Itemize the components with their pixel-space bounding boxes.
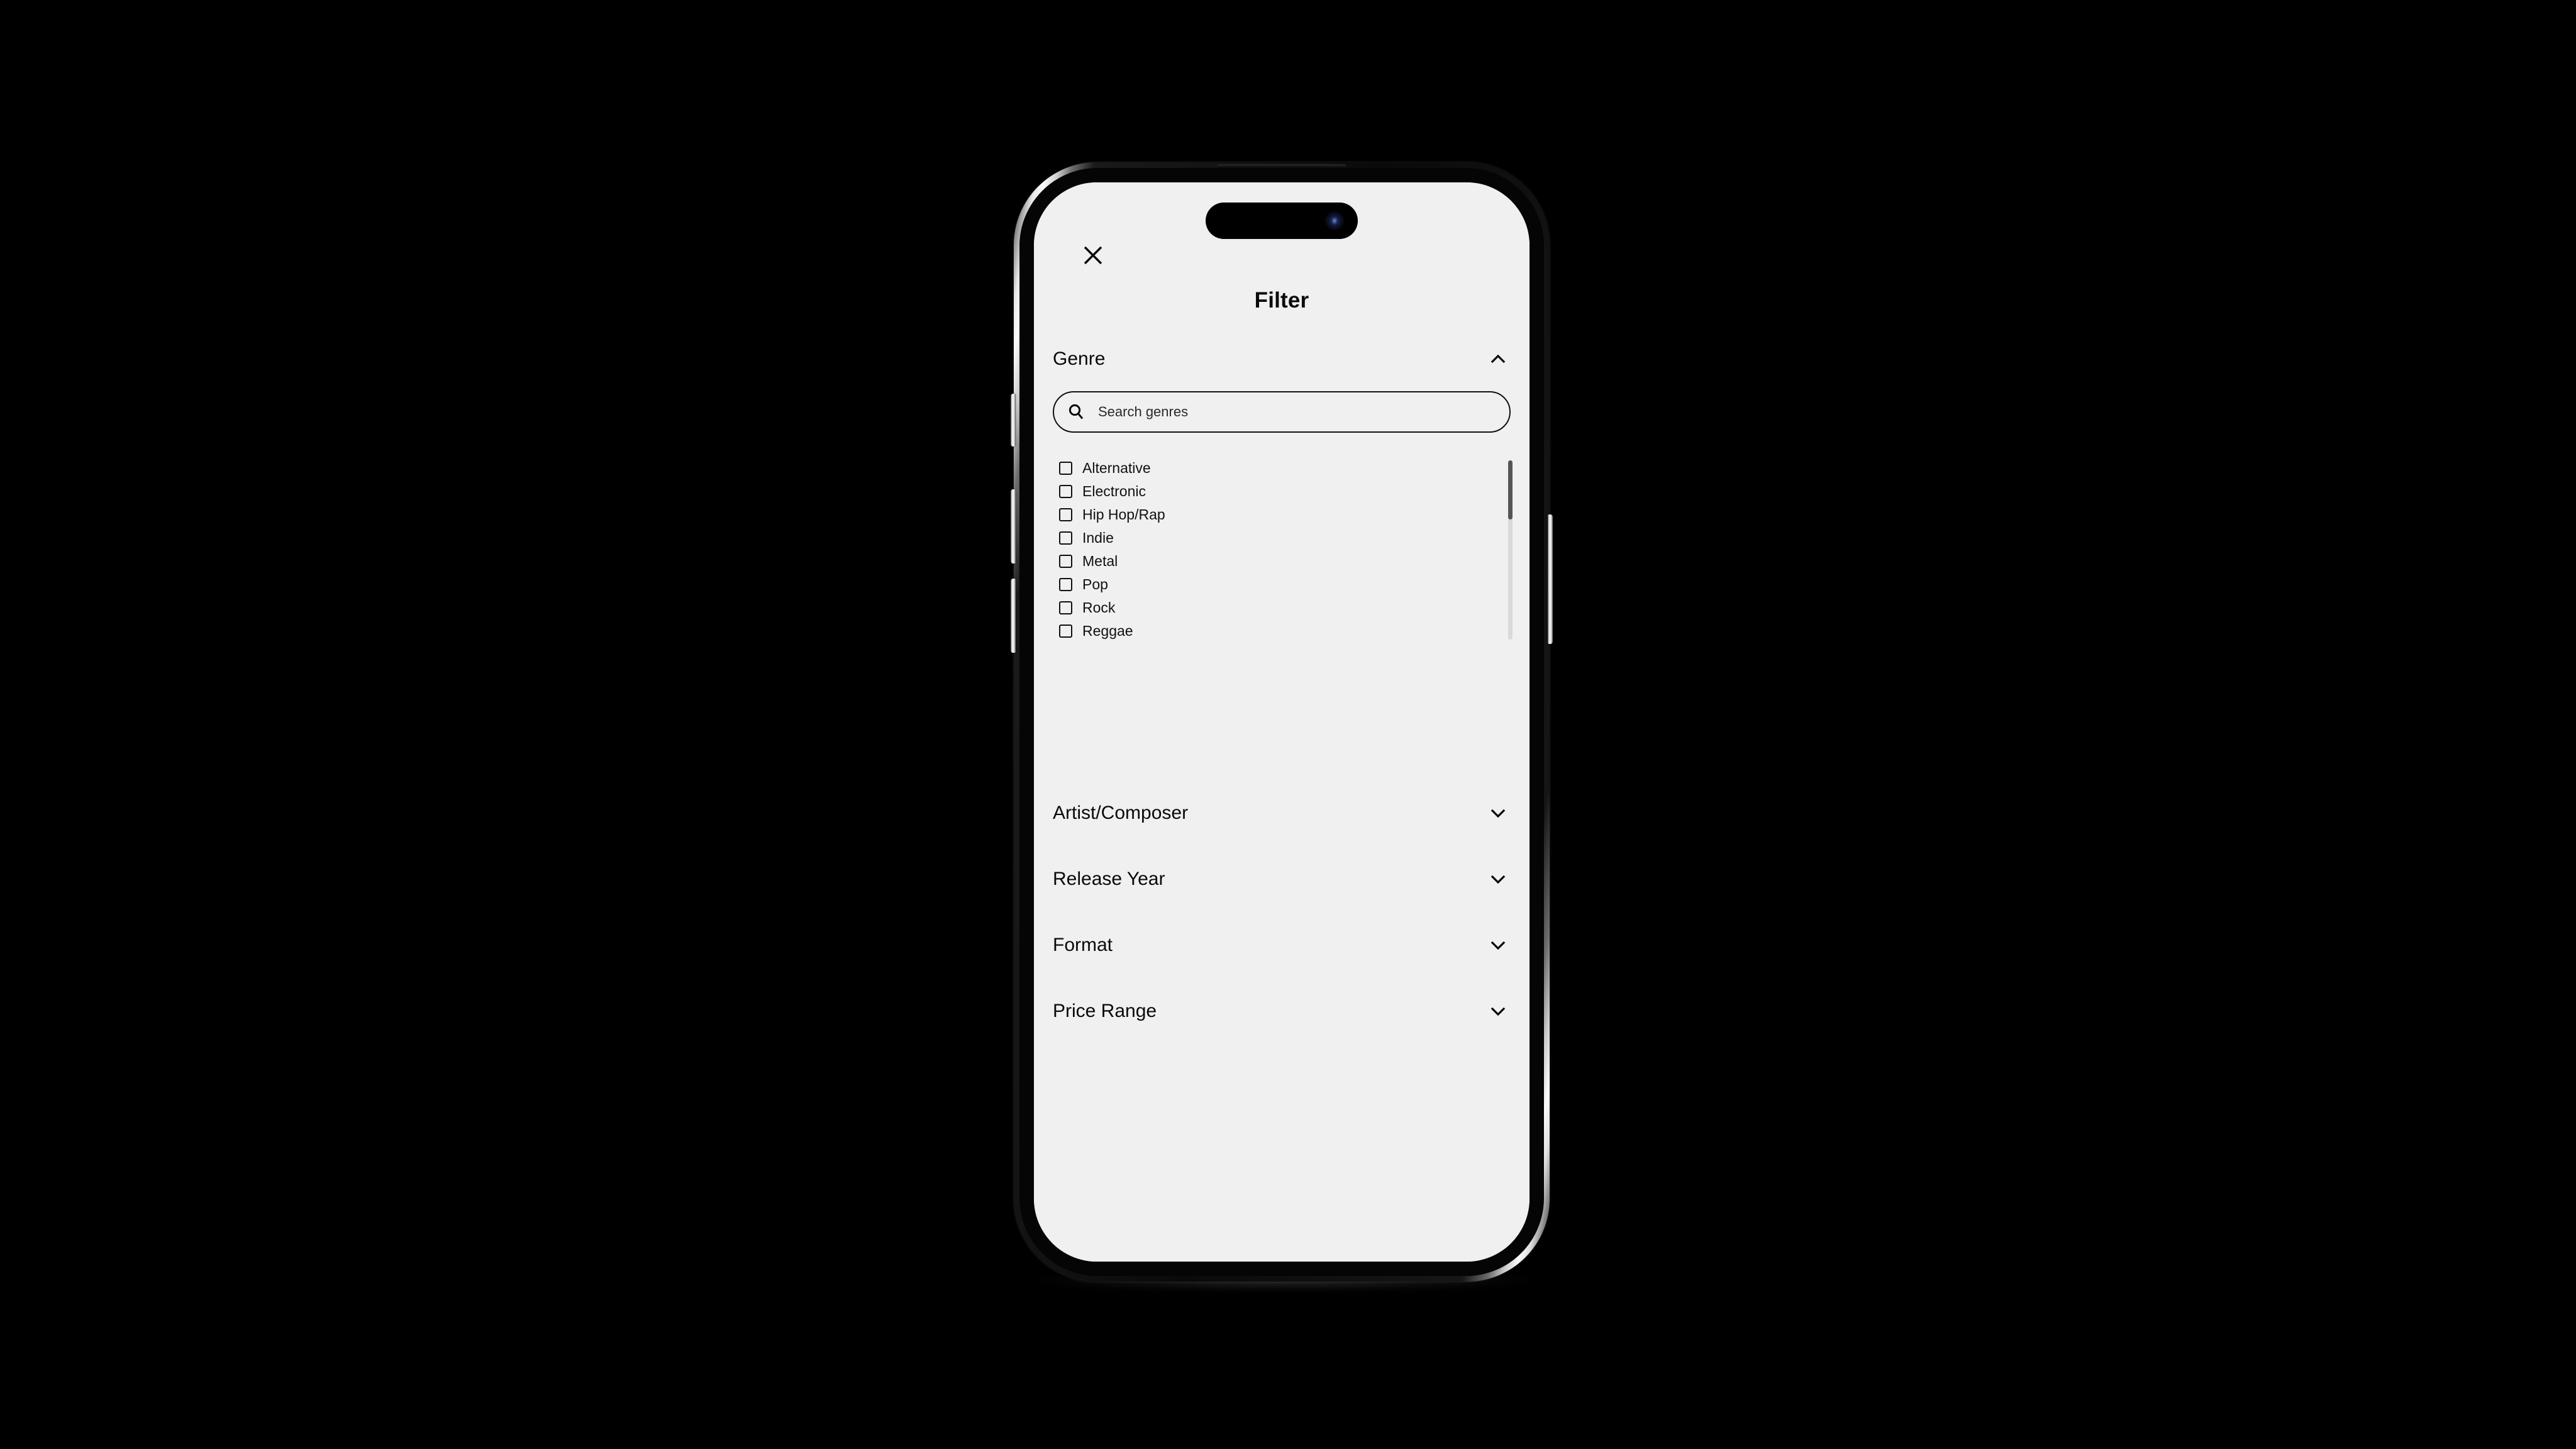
front-camera-icon [1325, 211, 1344, 230]
search-icon [1065, 401, 1087, 423]
close-icon [1084, 246, 1102, 265]
section-label-artist-composer: Artist/Composer [1053, 802, 1189, 823]
genre-list-item[interactable]: Hip Hop/Rap [1034, 503, 1530, 526]
section-header-artist-composer[interactable]: Artist/Composer [1053, 794, 1511, 833]
page-title: Filter [1254, 288, 1309, 313]
chevron-up-icon[interactable] [1485, 347, 1511, 372]
screenshot-canvas: Filter Genre Search genres Alternative E… [0, 0, 2576, 1449]
genre-list-item[interactable]: Pop [1034, 573, 1530, 596]
genre-list-item[interactable]: Alternative [1034, 457, 1530, 480]
filter-sections: Genre Search genres Alternative Electron… [1034, 340, 1530, 1262]
checkbox-icon[interactable] [1059, 555, 1072, 568]
checkbox-icon[interactable] [1059, 531, 1072, 545]
genre-label: Metal [1082, 553, 1118, 569]
chevron-down-icon[interactable] [1485, 933, 1511, 958]
checkbox-icon[interactable] [1059, 508, 1072, 521]
genre-label: Pop [1082, 576, 1108, 592]
checkbox-icon[interactable] [1059, 601, 1072, 614]
genre-list-item[interactable]: Reggae [1034, 619, 1530, 642]
checkbox-icon[interactable] [1059, 485, 1072, 498]
section-label-release-year: Release Year [1053, 869, 1165, 889]
genre-label: Indie [1082, 530, 1114, 546]
section-label-format: Format [1053, 935, 1113, 955]
genre-label: Reggae [1082, 623, 1133, 639]
phone-screen: Filter Genre Search genres Alternative E… [1034, 182, 1530, 1262]
genre-list-item[interactable]: Indie [1034, 526, 1530, 550]
genre-search-box[interactable] [1053, 391, 1511, 433]
search-input[interactable] [1098, 404, 1498, 420]
checkbox-icon[interactable] [1059, 578, 1072, 591]
section-header-genre[interactable]: Genre [1053, 340, 1511, 379]
genre-list-viewport: Alternative Electronic Hip Hop/Rap Indie Met… [1034, 457, 1530, 642]
genre-label: Electronic [1082, 483, 1146, 499]
volume-down-button[interactable] [1011, 579, 1016, 653]
phone-device: Filter Genre Search genres Alternative E… [1011, 162, 1553, 1282]
chevron-down-icon[interactable] [1485, 867, 1511, 892]
checkbox-icon[interactable] [1059, 625, 1072, 638]
filter-modal: Filter Genre Search genres Alternative E… [1034, 182, 1530, 1262]
section-header-release-year[interactable]: Release Year [1053, 860, 1511, 899]
genre-list-item[interactable]: Rock [1034, 596, 1530, 619]
section-label-price-range: Price Range [1053, 1001, 1157, 1021]
earpiece-speaker-slot [1217, 164, 1346, 169]
action-button[interactable] [1011, 394, 1016, 447]
genre-label: Alternative [1082, 460, 1151, 476]
close-button[interactable] [1075, 238, 1111, 273]
genre-scrollbar-thumb[interactable] [1508, 460, 1513, 519]
genre-label: Hip Hop/Rap [1082, 506, 1165, 523]
genre-list-item[interactable]: Electronic [1034, 480, 1530, 503]
genre-list: Alternative Electronic Hip Hop/Rap Indie Met… [1034, 457, 1530, 642]
section-header-price-range[interactable]: Price Range [1053, 992, 1511, 1031]
genre-label: Rock [1082, 599, 1116, 616]
volume-up-button[interactable] [1011, 489, 1016, 564]
section-header-format[interactable]: Format [1053, 926, 1511, 965]
dynamic-island [1206, 203, 1358, 239]
checkbox-icon[interactable] [1059, 462, 1072, 475]
power-button[interactable] [1548, 514, 1553, 644]
genre-list-item[interactable]: Metal [1034, 550, 1530, 573]
section-label-genre: Genre [1053, 348, 1106, 369]
chevron-down-icon[interactable] [1485, 999, 1511, 1024]
genre-scrollbar-track[interactable] [1508, 460, 1513, 640]
chevron-down-icon[interactable] [1485, 801, 1511, 826]
